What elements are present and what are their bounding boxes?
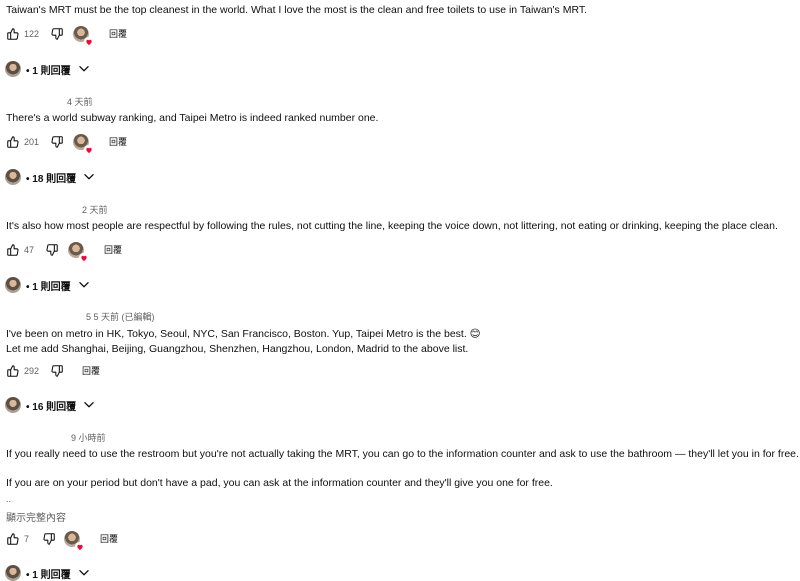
- comment-text: There's a world subway ranking, and Taip…: [6, 112, 379, 124]
- comment-text-line-3: If you are on your period but don't have…: [6, 477, 553, 489]
- comment-timestamp[interactable]: 2 天前: [82, 204, 108, 216]
- creator-heart-badge: [64, 531, 84, 551]
- chevron-down-icon: [77, 62, 91, 76]
- comment-text: Taiwan's MRT must be the top cleanest in…: [6, 4, 588, 16]
- reply-button[interactable]: 回覆: [104, 244, 122, 256]
- like-count: 7: [24, 534, 30, 544]
- replier-avatar: [5, 61, 21, 77]
- comment-text: It's also how most people are respectful…: [6, 220, 778, 232]
- thumbs-up-icon[interactable]: [6, 532, 20, 546]
- chevron-down-icon: [77, 278, 91, 292]
- replies-count-label: • 1 則回覆: [26, 569, 71, 581]
- thumbs-up-icon[interactable]: [6, 243, 20, 257]
- view-replies-button[interactable]: • 18 則回覆: [5, 169, 96, 185]
- creator-heart-badge: [73, 26, 93, 46]
- thumbs-down-icon[interactable]: [42, 532, 56, 546]
- replies-count-label: • 18 則回覆: [26, 173, 77, 185]
- view-replies-button[interactable]: • 1 則回覆: [5, 565, 91, 581]
- view-replies-button[interactable]: • 1 則回覆: [5, 277, 91, 293]
- replier-avatar: [5, 169, 21, 185]
- replies-count-label: • 1 則回覆: [26, 65, 71, 77]
- creator-heart-badge: [73, 134, 93, 154]
- creator-heart-icon: [79, 253, 88, 262]
- thumbs-down-icon[interactable]: [50, 364, 64, 378]
- like-count: 292: [24, 366, 40, 376]
- comment-text-line-2: Let me add Shanghai, Beijing, Guangzhou,…: [6, 343, 469, 355]
- show-more-link[interactable]: 顯示完整內容: [6, 509, 66, 524]
- creator-heart-icon: [84, 37, 93, 46]
- creator-heart-icon: [84, 145, 93, 154]
- comment-text-ellipsis: ..: [6, 494, 12, 504]
- chevron-down-icon: [82, 398, 96, 412]
- creator-heart-icon: [75, 542, 84, 551]
- thumbs-up-icon[interactable]: [6, 364, 20, 378]
- comment-timestamp[interactable]: 5 5 天前 (已編輯): [86, 311, 155, 323]
- thumbs-up-icon[interactable]: [6, 27, 20, 41]
- thumbs-up-icon[interactable]: [6, 135, 20, 149]
- like-count: 122: [24, 29, 40, 39]
- replies-count-label: • 16 則回覆: [26, 401, 77, 413]
- thumbs-down-icon[interactable]: [50, 27, 64, 41]
- view-replies-button[interactable]: • 1 則回覆: [5, 61, 91, 77]
- like-count: 201: [24, 137, 40, 147]
- reply-button[interactable]: 回覆: [82, 365, 100, 377]
- comment-timestamp[interactable]: 9 小時前: [71, 432, 106, 444]
- chevron-down-icon: [77, 566, 91, 580]
- replier-avatar: [5, 277, 21, 293]
- comment-text-line-1: If you really need to use the restroom b…: [6, 448, 799, 460]
- view-replies-button[interactable]: • 16 則回覆: [5, 397, 96, 413]
- reply-button[interactable]: 回覆: [100, 533, 118, 545]
- chevron-down-icon: [82, 170, 96, 184]
- replier-avatar: [5, 565, 21, 581]
- thumbs-down-icon[interactable]: [45, 243, 59, 257]
- reply-button[interactable]: 回覆: [109, 136, 127, 148]
- comment-text-line-1: I've been on metro in HK, Tokyo, Seoul, …: [6, 328, 481, 340]
- thumbs-down-icon[interactable]: [50, 135, 64, 149]
- replier-avatar: [5, 397, 21, 413]
- reply-button[interactable]: 回覆: [109, 28, 127, 40]
- comment-timestamp[interactable]: 4 天前: [67, 96, 93, 108]
- like-count: 47: [24, 245, 35, 255]
- creator-heart-badge: [68, 242, 88, 262]
- replies-count-label: • 1 則回覆: [26, 281, 71, 293]
